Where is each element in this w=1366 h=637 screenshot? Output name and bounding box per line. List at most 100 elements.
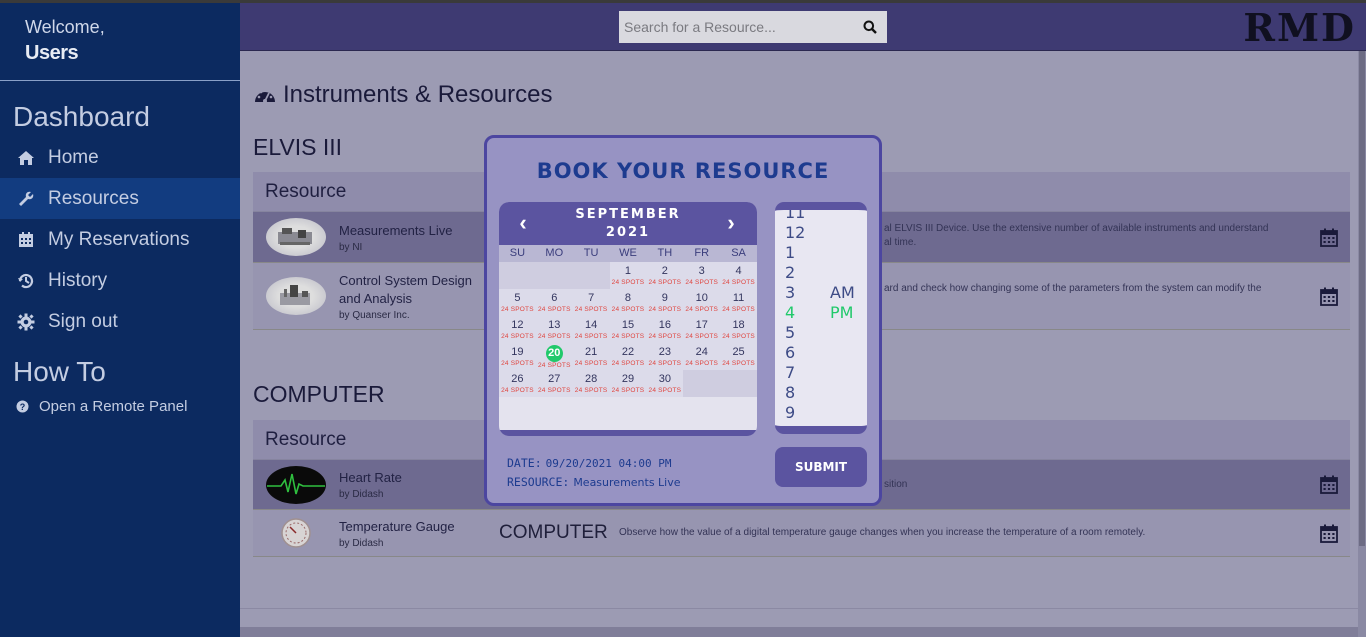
resource-name[interactable]: Temperature Gauge [339,518,474,536]
next-month-button[interactable]: › [721,210,741,236]
calendar-day[interactable]: 6 24 SPOTS [535,289,573,316]
calendar-day[interactable]: 11 24 SPOTS [720,289,757,316]
hour-option[interactable]: 3 [785,283,805,303]
day-number: 3 [698,265,705,277]
hour-option[interactable]: 8 [785,383,805,403]
resource-thumbnail [266,218,326,256]
calendar-day[interactable]: 4 24 SPOTS [720,262,757,289]
reserve-calendar-icon[interactable] [1320,228,1338,247]
booking-summary: DATE: 09/20/2021 04:00 PM RESOURCE: Measur… [507,454,681,492]
hour-option-selected[interactable]: 4 [785,303,805,323]
selected-day-number: 20 [545,345,563,362]
calendar-day[interactable]: 30 24 SPOTS [646,370,684,397]
available-spots: 24 SPOTS [685,279,719,286]
hour-list[interactable]: 11 12 1 2 3 4 5 6 7 8 9 [785,210,805,423]
search-icon [863,20,877,34]
resource-name[interactable]: Heart Rate [339,469,474,487]
search-box [619,11,887,43]
sidebar-item-my-reservations[interactable]: My Reservations [0,219,240,260]
calendar-day[interactable]: 19 24 SPOTS [499,343,536,370]
reserve-calendar-icon[interactable] [1320,524,1338,543]
calendar-day[interactable]: 23 24 SPOTS [646,343,684,370]
hour-option[interactable]: 12 [785,223,805,243]
search-button[interactable] [855,12,885,42]
day-number: 22 [621,346,635,358]
search-input[interactable] [619,12,855,42]
calendar-day[interactable]: 26 24 SPOTS [499,370,536,397]
calendar-day[interactable]: 28 24 SPOTS [572,370,610,397]
hour-option[interactable]: 2 [785,263,805,283]
sidebar: Welcome, Users Dashboard Home Resources … [0,0,240,637]
resource-value: Measurements Live [573,476,681,489]
howto-open-remote-panel[interactable]: ? Open a Remote Panel [0,398,240,415]
calendar-header: ‹ SEPTEMBER 2021 › [499,202,757,245]
booking-date: DATE: 09/20/2021 04:00 PM [507,454,681,473]
reserve-calendar-icon[interactable] [1320,287,1338,306]
hour-option[interactable]: 6 [785,343,805,363]
day-number: 4 [735,265,742,277]
calendar-day[interactable]: 3 24 SPOTS [683,262,721,289]
calendar-day[interactable]: 7 24 SPOTS [572,289,610,316]
hour-option[interactable]: 1 [785,243,805,263]
weekday-row: SU MO TU WE TH FR SA [499,245,757,262]
day-number: 6 [551,292,558,304]
history-icon [16,272,36,290]
howto-heading: How To [13,356,106,387]
available-spots: 24 SPOTS [648,360,682,367]
available-spots: 24 SPOTS [537,306,571,313]
sidebar-item-history[interactable]: History [0,260,240,301]
hour-option[interactable]: 7 [785,363,805,383]
topbar: RMD [240,0,1366,51]
resource-name[interactable]: Measurements Live [339,222,474,240]
calendar-day[interactable]: 22 24 SPOTS [609,343,647,370]
hour-option[interactable]: 9 [785,403,805,423]
sidebar-item-resources[interactable]: Resources [0,178,240,219]
ampm-option-selected[interactable]: PM [830,303,855,323]
calendar-footer [499,430,757,436]
available-spots: 24 SPOTS [501,360,534,367]
sidebar-item-sign-out[interactable]: Sign out [0,301,240,342]
calendar-day[interactable]: 5 24 SPOTS [499,289,536,316]
calendar-day[interactable]: 16 24 SPOTS [646,316,684,343]
resource-description: sition [884,479,908,490]
resource-info: Measurements Live by NI [339,222,474,253]
calendar-day[interactable]: 9 24 SPOTS [646,289,684,316]
day-number: 13 [548,319,561,331]
hour-option[interactable]: 11 [785,210,805,223]
howto-item-label: Open a Remote Panel [39,398,188,415]
calendar-day[interactable]: 29 24 SPOTS [609,370,647,397]
ampm-option[interactable]: AM [830,283,855,303]
reserve-calendar-icon[interactable] [1320,475,1338,494]
table-row[interactable]: Temperature Gauge by Didash COMPUTER Obs… [253,510,1350,557]
calendar-day[interactable]: 12 24 SPOTS [499,316,536,343]
calendar-day[interactable]: 1 24 SPOTS [609,262,647,289]
resource-info: Temperature Gauge by Didash [339,518,474,549]
day-number: 24 [695,346,708,358]
calendar-day[interactable]: 15 24 SPOTS [609,316,647,343]
resource-description: ard and check how changing some of the p… [884,283,1262,294]
page-scrollbar[interactable] [1358,51,1366,637]
calendar-day[interactable]: 17 24 SPOTS [683,316,721,343]
calendar-day[interactable]: 20 24 SPOTS [535,343,573,370]
resource-name[interactable]: Control System Design and Analysis [339,272,474,308]
available-spots: 24 SPOTS [722,333,755,340]
sidebar-item-home[interactable]: Home [0,137,240,178]
calendar-day[interactable]: 2 24 SPOTS [646,262,684,289]
calendar-day[interactable]: 13 24 SPOTS [535,316,573,343]
calendar-day[interactable]: 24 24 SPOTS [683,343,721,370]
calendar-day[interactable]: 10 24 SPOTS [683,289,721,316]
ampm-list[interactable]: AM PM [830,283,855,323]
available-spots: 24 SPOTS [648,387,682,394]
calendar-day[interactable]: 25 24 SPOTS [720,343,757,370]
footer-bar [240,627,1358,637]
submit-button[interactable]: SUBMIT [775,447,867,487]
calendar-day[interactable]: 14 24 SPOTS [572,316,610,343]
calendar-day[interactable]: 18 24 SPOTS [720,316,757,343]
day-number: 5 [514,292,521,304]
calendar-day[interactable]: 8 24 SPOTS [609,289,647,316]
time-picker[interactable]: 11 12 1 2 3 4 5 6 7 8 9 AM PM [775,202,867,434]
scrollbar-thumb[interactable] [1359,51,1365,546]
calendar-day[interactable]: 21 24 SPOTS [572,343,610,370]
hour-option[interactable]: 5 [785,323,805,343]
calendar-day[interactable]: 27 24 SPOTS [535,370,573,397]
